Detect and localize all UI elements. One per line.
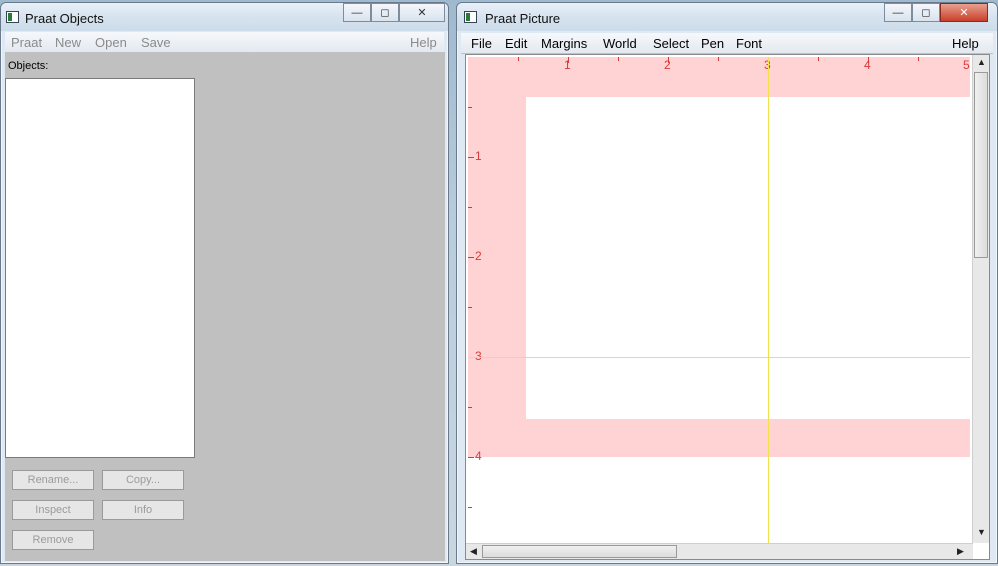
- picture-client-area: 1 2 3 4 5 1 2 3 4 ▲ ▼: [465, 54, 990, 560]
- menu-font[interactable]: Font: [736, 36, 762, 51]
- horizontal-scroll-thumb[interactable]: [482, 545, 677, 558]
- scroll-left-icon[interactable]: ◀: [470, 546, 477, 557]
- picture-titlebar[interactable]: Praat Picture — ◻ ✕: [457, 3, 997, 31]
- picture-canvas[interactable]: 1 2 3 4 5 1 2 3 4: [468, 57, 970, 545]
- menu-praat[interactable]: Praat: [11, 35, 42, 50]
- copy-button[interactable]: Copy...: [102, 470, 184, 490]
- objects-window-title: Praat Objects: [25, 11, 104, 26]
- objects-window: Praat Objects — ◻ ✕ Praat New Open Save …: [0, 2, 449, 564]
- picture-menubar: File Edit Margins World Select Pen Font …: [461, 33, 993, 54]
- ruler-tick: [618, 57, 619, 61]
- ruler-tick: [518, 57, 519, 61]
- crosshair-horizontal: [468, 357, 970, 358]
- crosshair-vertical: [768, 57, 769, 545]
- ruler-tick: [718, 57, 719, 61]
- ruler-top-label-4: 4: [864, 58, 871, 72]
- menu-edit[interactable]: Edit: [505, 36, 527, 51]
- menu-margins[interactable]: Margins: [541, 36, 587, 51]
- remove-button[interactable]: Remove: [12, 530, 94, 550]
- menu-select[interactable]: Select: [653, 36, 689, 51]
- ruler-tick: [468, 207, 472, 208]
- info-button[interactable]: Info: [102, 500, 184, 520]
- ruler-left-label-3: 3: [475, 349, 482, 363]
- ruler-left-label-1: 1: [475, 149, 482, 163]
- menu-world[interactable]: World: [603, 36, 637, 51]
- objects-titlebar[interactable]: Praat Objects — ◻ ✕: [1, 3, 448, 31]
- close-icon[interactable]: ✕: [399, 3, 445, 22]
- vertical-scrollbar[interactable]: ▲ ▼: [972, 55, 989, 543]
- objects-menubar: Praat New Open Save Help: [5, 32, 444, 53]
- scroll-down-icon[interactable]: ▼: [977, 527, 986, 537]
- objects-list[interactable]: [5, 78, 195, 458]
- ruler-tick: [468, 257, 474, 258]
- menu-file[interactable]: File: [471, 36, 492, 51]
- menu-help[interactable]: Help: [410, 35, 437, 50]
- inspect-button[interactable]: Inspect: [12, 500, 94, 520]
- menu-pen[interactable]: Pen: [701, 36, 724, 51]
- ruler-top-label-1: 1: [564, 58, 571, 72]
- ruler-left-label-2: 2: [475, 249, 482, 263]
- maximize-icon[interactable]: ◻: [371, 3, 399, 22]
- horizontal-scrollbar[interactable]: ◀ ▶: [466, 543, 973, 559]
- objects-client-area: Objects: Rename... Copy... Inspect Info …: [5, 52, 445, 561]
- close-icon[interactable]: ✕: [940, 3, 988, 22]
- viewport-inner: [526, 97, 970, 419]
- menu-new[interactable]: New: [55, 35, 81, 50]
- picture-window: Praat Picture — ◻ ✕ File Edit Margins Wo…: [456, 2, 998, 564]
- picture-window-title: Praat Picture: [485, 11, 561, 26]
- ruler-tick: [468, 407, 472, 408]
- scroll-up-icon[interactable]: ▲: [977, 57, 986, 67]
- ruler-tick: [468, 507, 472, 508]
- ruler-tick: [468, 307, 472, 308]
- menu-save[interactable]: Save: [141, 35, 171, 50]
- ruler-tick: [918, 57, 919, 61]
- objects-label: Objects:: [8, 60, 49, 72]
- rename-button[interactable]: Rename...: [12, 470, 94, 490]
- menu-help[interactable]: Help: [952, 36, 979, 51]
- scroll-right-icon[interactable]: ▶: [957, 546, 964, 557]
- ruler-left-label-4: 4: [475, 449, 482, 463]
- objects-caption-buttons: — ◻ ✕: [343, 3, 445, 23]
- ruler-tick: [468, 107, 472, 108]
- maximize-icon[interactable]: ◻: [912, 3, 940, 22]
- picture-caption-buttons: — ◻ ✕: [884, 3, 988, 23]
- vertical-scroll-thumb[interactable]: [974, 72, 988, 258]
- ruler-top-label-2: 2: [664, 58, 671, 72]
- ruler-tick: [468, 157, 474, 158]
- menu-open[interactable]: Open: [95, 35, 127, 50]
- ruler-tick: [818, 57, 819, 61]
- praat-app-icon: [464, 11, 477, 23]
- praat-app-icon: [6, 11, 19, 23]
- ruler-top-label-5: 5: [963, 58, 970, 72]
- minimize-icon[interactable]: —: [343, 3, 371, 22]
- ruler-tick: [468, 457, 474, 458]
- minimize-icon[interactable]: —: [884, 3, 912, 22]
